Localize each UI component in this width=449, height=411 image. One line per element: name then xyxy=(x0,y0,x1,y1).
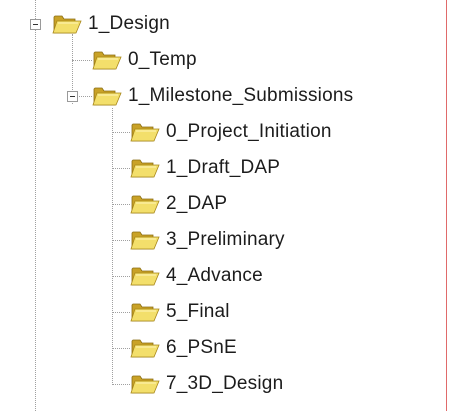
open-folder-icon xyxy=(130,300,160,324)
window-border xyxy=(446,0,447,411)
open-folder-icon xyxy=(130,228,160,252)
tree-guide-line xyxy=(112,276,130,277)
open-folder-icon xyxy=(130,336,160,360)
tree-node-label: 5_Final xyxy=(166,301,230,322)
tree-node-3-preliminary[interactable]: 3_Preliminary xyxy=(130,225,285,255)
open-folder-icon xyxy=(130,192,160,216)
minus-icon xyxy=(70,96,75,97)
tree-node-4-advance[interactable]: 4_Advance xyxy=(130,261,263,291)
tree-node-label: 3_Preliminary xyxy=(166,229,285,250)
open-folder-icon xyxy=(52,12,82,36)
open-folder-icon xyxy=(130,372,160,396)
tree-node-1-design[interactable]: 1_Design xyxy=(52,9,170,39)
tree-node-label: 0_Temp xyxy=(128,49,197,70)
open-folder-icon xyxy=(130,264,160,288)
tree-node-label: 0_Project_Initiation xyxy=(166,121,332,142)
tree-guide-line xyxy=(112,132,130,133)
tree-node-label: 1_Draft_DAP xyxy=(166,157,281,178)
tree-guide-line xyxy=(112,168,130,169)
tree-node-label: 4_Advance xyxy=(166,265,263,286)
open-folder-icon xyxy=(92,48,122,72)
tree-guide-line xyxy=(112,348,130,349)
collapse-toggle-1-design[interactable] xyxy=(30,19,41,30)
tree-node-label: 1_Milestone_Submissions xyxy=(128,85,354,106)
tree-node-0-project-initiation[interactable]: 0_Project_Initiation xyxy=(130,117,332,147)
tree-node-6-psne[interactable]: 6_PSnE xyxy=(130,333,237,363)
tree-node-7-3d-design[interactable]: 7_3D_Design xyxy=(130,369,283,399)
tree-guide-line xyxy=(112,384,130,385)
tree-node-5-final[interactable]: 5_Final xyxy=(130,297,230,327)
tree-guide-line xyxy=(112,312,130,313)
collapse-toggle-1-milestone-submissions[interactable] xyxy=(67,91,78,102)
tree-guide-line xyxy=(72,60,92,61)
tree-node-label: 2_DAP xyxy=(166,193,228,214)
tree-node-1-milestone-submissions[interactable]: 1_Milestone_Submissions xyxy=(92,81,353,111)
open-folder-icon xyxy=(92,84,122,108)
tree-node-1-draft-dap[interactable]: 1_Draft_DAP xyxy=(130,153,280,183)
open-folder-icon xyxy=(130,120,160,144)
minus-icon xyxy=(33,24,38,25)
tree-node-label: 1_Design xyxy=(88,13,170,34)
tree-guide-line xyxy=(112,240,130,241)
tree-node-0-temp[interactable]: 0_Temp xyxy=(92,45,197,75)
tree-node-label: 6_PSnE xyxy=(166,337,237,358)
open-folder-icon xyxy=(130,156,160,180)
tree-node-label: 7_3D_Design xyxy=(166,373,284,394)
tree-guide-line xyxy=(112,204,130,205)
folder-tree-panel: 1_Design 0_Temp 1_Milestone_Submissions … xyxy=(0,0,449,411)
tree-node-2-dap[interactable]: 2_DAP xyxy=(130,189,227,219)
tree-guide-line xyxy=(35,0,36,411)
tree-guide-line xyxy=(112,108,113,385)
